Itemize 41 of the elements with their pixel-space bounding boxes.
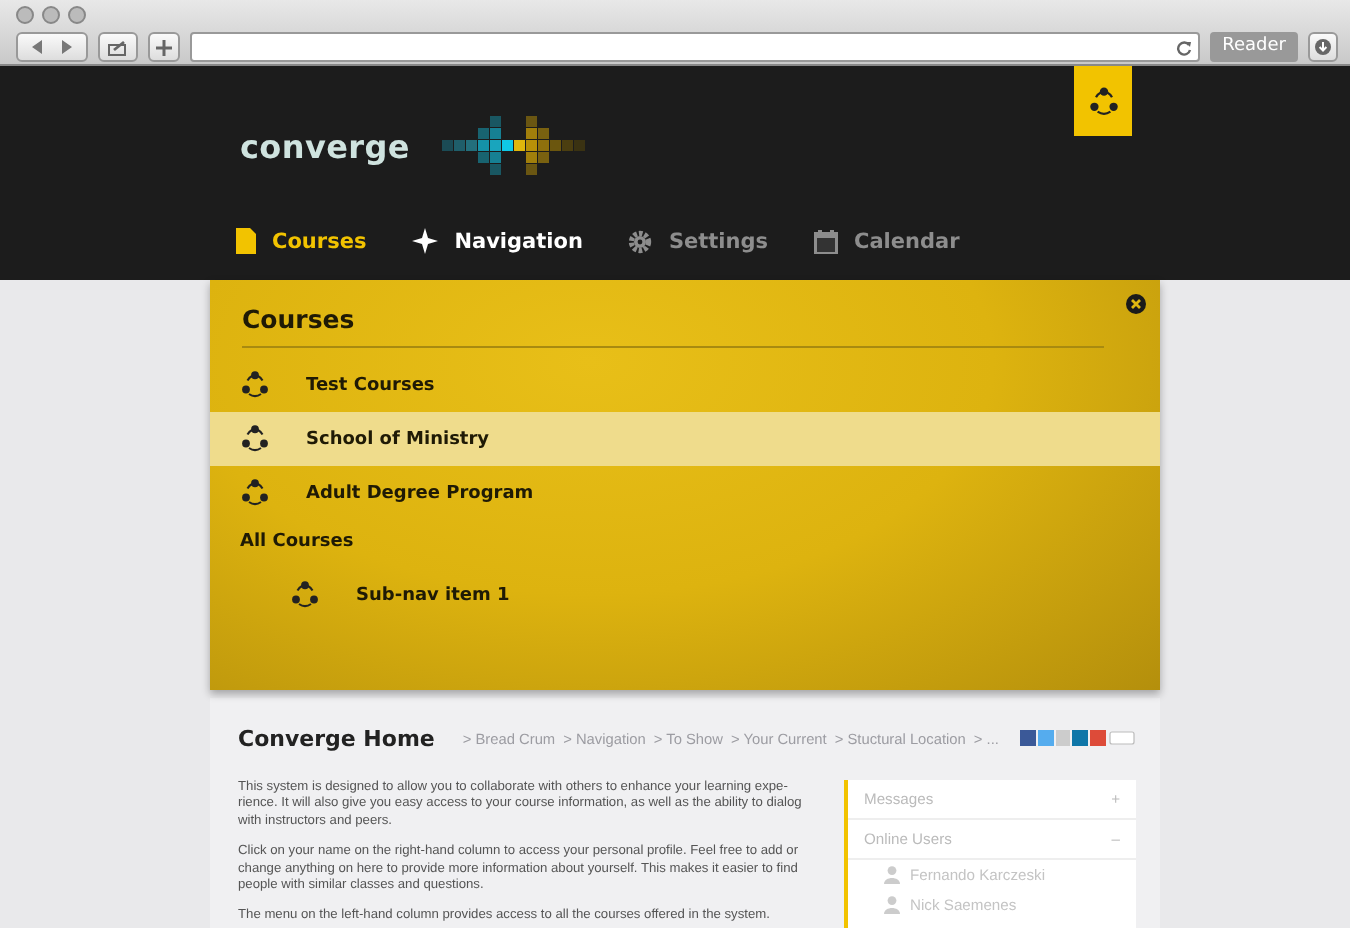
four-point-star-icon: [412, 228, 439, 254]
back-forward-button[interactable]: [16, 32, 88, 62]
course-item[interactable]: School of Ministry: [210, 412, 1160, 466]
reload-icon[interactable]: [1176, 39, 1193, 55]
settings-icon: [628, 229, 653, 253]
person-icon: [884, 896, 900, 914]
network-icon: [290, 580, 320, 610]
calendar-icon: [814, 229, 838, 253]
network-icon: [1087, 85, 1119, 117]
social-share-icon[interactable]: [1020, 730, 1136, 748]
course-item[interactable]: Sub-nav item 1: [210, 568, 1160, 622]
download-button[interactable]: [1308, 32, 1338, 62]
nav-tab[interactable]: Settings: [628, 228, 768, 254]
section-heading: All Courses: [238, 530, 356, 556]
nav-tab[interactable]: Calendar: [814, 228, 960, 254]
reader-button[interactable]: Reader: [1210, 32, 1298, 62]
minimize-window-icon[interactable]: [42, 6, 60, 24]
user-badge-button[interactable]: [1074, 66, 1132, 136]
page-title: Converge Home: [238, 726, 435, 752]
course-item[interactable]: Adult Degree Program: [210, 466, 1160, 520]
network-icon: [240, 478, 270, 508]
pixel-arrows-logo-icon: [441, 116, 586, 176]
nav-tab[interactable]: Courses: [236, 228, 367, 254]
course-item[interactable]: Test Courses: [210, 358, 1160, 412]
close-window-icon[interactable]: [16, 6, 34, 24]
nav-tab[interactable]: Navigation: [412, 228, 583, 254]
download-icon: [1314, 38, 1332, 56]
close-icon[interactable]: [1126, 294, 1146, 314]
logo-wordmark[interactable]: converge: [240, 127, 410, 165]
panel-title: Courses: [242, 304, 1104, 348]
person-icon: [884, 866, 900, 884]
share-icon: [108, 39, 128, 55]
address-field[interactable]: [190, 32, 1201, 62]
network-icon: [240, 424, 270, 454]
new-tab-button[interactable]: [148, 32, 180, 62]
plus-icon: [156, 39, 172, 55]
document-icon: [236, 228, 256, 254]
network-icon: [240, 370, 270, 400]
zoom-window-icon[interactable]: [68, 6, 86, 24]
share-button[interactable]: [98, 32, 138, 62]
back-forward-arrows-icon: [30, 40, 74, 54]
